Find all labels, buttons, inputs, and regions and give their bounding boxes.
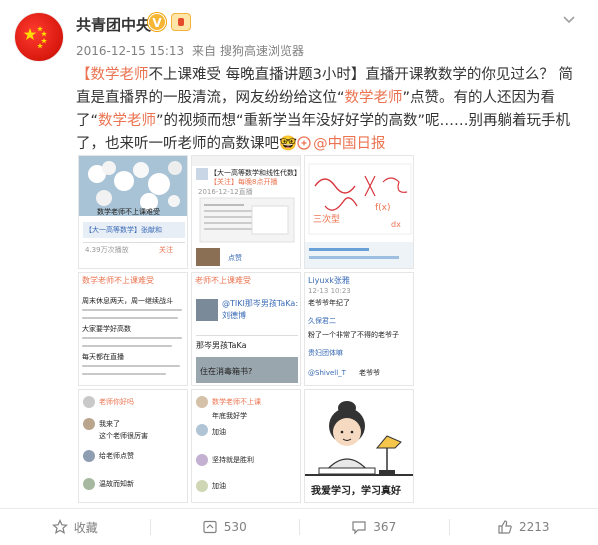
thumb-6-line-2: 久保君二 [308,317,336,325]
thumb-5-line-4: 住在消毒箱书? [200,367,253,376]
thumb-2-line-3: 2016-12-12直播 [198,188,253,196]
thumb-5-line-1: @TIKI那岑男孩TaKa: 住在酒 [222,299,300,308]
thumb-6-line-4: 贵妇团体嘛 [308,349,343,357]
thumb-8-line-2: 年底我好学 [212,412,247,420]
image-grid: 数学老师不上课难受 【大一高等数学】张献和 4.39万次播放 关注 【大一高等数… [78,155,414,503]
thumb-up-icon [498,520,512,534]
thumbnail-1[interactable]: 数学老师不上课难受 【大一高等数学】张献和 4.39万次播放 关注 [78,155,188,269]
thumb-1-line-2: 4.39万次播放 [85,246,129,254]
link-icon [297,136,311,150]
thumbnail-7[interactable]: 老师你好吗 我来了 这个老师很厉害 给老师点赞 温故而知新 [78,389,188,503]
thumb-4-line-2: 大家要学好高数 [82,325,131,333]
emoji-icon: 🤓 [279,136,298,152]
repost-button[interactable]: 530 [149,509,300,545]
post-timestamp[interactable]: 2016-12-15 15:13 [76,44,184,58]
thumb-2-line-4: 点赞 [228,254,242,262]
thumbnail-4[interactable]: 数学老师不上课难受 周末休息两天，周一继续战斗 大家要学好高数 每天都在直播 [78,272,188,386]
post-meta: 2016-12-15 15:13 来自 搜狗高速浏览器 [76,42,304,59]
thumb-4-title: 数学老师不上课难受 [82,276,154,285]
star-icon [51,519,68,535]
post-text: 【数学老师不上课难受 每晚直播讲题3小时】直播开课教数学的你见过么？ 简直是直播… [76,64,576,156]
thumb-6-time: 12-13 10:23 [308,287,351,295]
mention-link[interactable]: @中国日报 [297,136,386,152]
thumbnail-9[interactable]: 我爱学习，学习真好 [304,389,414,503]
collect-button[interactable]: 收藏 [0,509,150,545]
topic-hashtag[interactable]: 【数学老师 [76,67,149,83]
thumb-7-line-3: 这个老师很厉害 [99,432,148,440]
thumb-6-line-3: 粉了一个非常了不得的老爷子 [308,331,399,339]
thumb-8-line-4: 坚持就是胜利 [212,456,254,464]
author-name[interactable]: 共青团中央 [76,14,151,35]
thumbnail-3[interactable]: 三次型 f(x) dx [304,155,414,269]
topic-title-rest: 不上课难受 每晚直播讲题3小时】 [148,67,366,83]
thumb-8-line-1: 数学老师不上课 [212,398,261,406]
thumb-2-line-2: 【关注】每晚8点开播 [210,178,278,186]
thumb-5-title: 老师不上课难受 [195,276,251,285]
thumb-6-title: Liyuxk张雅 [308,276,350,285]
thumb-6-line-6: 老爷爷 [359,369,380,377]
thumb-7-line-5: 温故而知新 [99,480,134,488]
thumbnail-6[interactable]: Liyuxk张雅 12-13 10:23 老爷爷年纪了 久保君二 粉了一个非常了… [304,272,414,386]
keyword-highlight[interactable]: 数学老师 [98,113,156,129]
repost-count: 530 [223,520,247,534]
caret-down-icon[interactable] [560,12,578,30]
thumbnail-8[interactable]: 数学老师不上课 年底我好学 加油 坚持就是胜利 加油 [191,389,301,503]
thumb-4-line-1: 周末休息两天，周一继续战斗 [82,297,173,305]
thumb-3-line-2: f(x) [375,203,391,213]
post-source[interactable]: 搜狗高速浏览器 [220,44,304,58]
mention-text[interactable]: @中国日报 [313,136,386,152]
thumb-1-line-3: 关注 [159,246,173,254]
thumb-4-line-3: 每天都在直播 [82,353,124,361]
thumb-5-line-2: 刘德博 [222,311,246,320]
thumb-7-line-2: 我来了 [99,420,120,428]
topic-link[interactable]: 【数学老师 [76,67,149,83]
thumb-9-caption: 我爱学习，学习真好 [311,486,401,497]
verified-icon: V [148,13,166,31]
like-button[interactable]: 2213 [448,509,598,545]
thumb-7-line-1: 老师你好吗 [99,398,134,406]
comment-icon [352,521,366,535]
action-bar: 收藏 530 367 2213 [0,509,598,545]
comment-count: 367 [373,520,397,534]
collect-label: 收藏 [73,520,98,535]
thumb-3-line-3: dx [391,220,401,229]
thumb-3-line-1: 三次型 [313,215,341,225]
thumb-1-line-1: 【大一高等数学】张献和 [85,226,162,234]
keyword-highlight[interactable]: 数学老师 [345,90,403,106]
author-avatar[interactable] [14,12,64,62]
thumb-1-title: 数学老师不上课难受 [97,208,160,216]
thumb-6-line-1: 老爷爷年纪了 [308,299,350,307]
like-count: 2213 [518,520,550,534]
thumbnail-5[interactable]: 老师不上课难受 @TIKI那岑男孩TaKa: 住在酒 刘德博 那岑男孩TaKa … [191,272,301,386]
thumb-5-line-3: 那岑男孩TaKa [196,341,247,350]
comment-button[interactable]: 367 [299,509,449,545]
repost-icon [203,520,217,534]
thumb-8-line-5: 加油 [212,482,226,490]
weibo-post: 共青团中央 V 2016-12-15 15:13 来自 搜狗高速浏览器 【数学老师… [0,0,598,545]
flag-logo-icon [24,26,47,49]
thumb-8-line-3: 加油 [212,428,226,436]
thumb-7-line-4: 给老师点赞 [99,452,134,460]
member-badge-icon [171,13,191,31]
thumb-6-line-5: @Shivell_T [308,369,346,377]
meta-from: 来自 [191,44,216,58]
thumb-2-line-1: 【大一高等数学和线性代数】 [210,169,301,177]
thumbnail-2[interactable]: 【大一高等数学和线性代数】 【关注】每晚8点开播 2016-12-12直播 点赞 [191,155,301,269]
